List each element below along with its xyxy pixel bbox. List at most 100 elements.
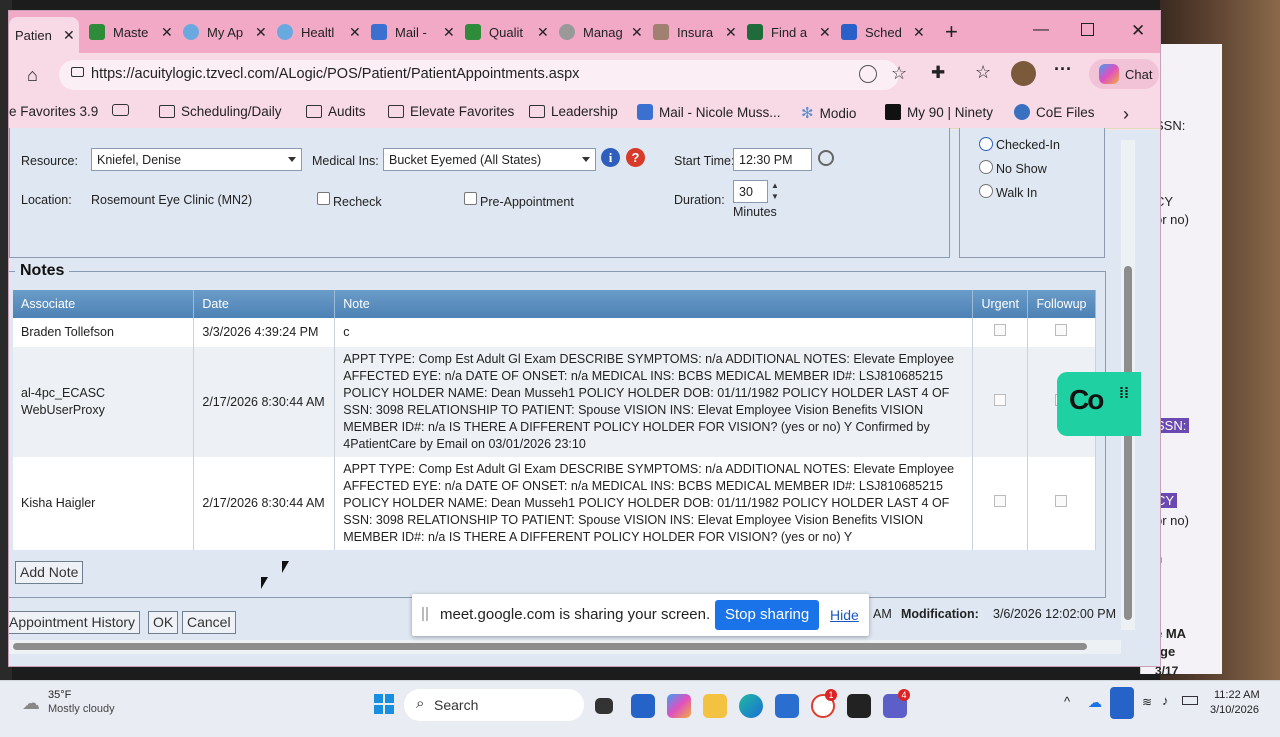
close-window-icon[interactable]: ✕: [1131, 21, 1145, 41]
followup-checkbox[interactable]: [1055, 495, 1068, 507]
favorite-item[interactable]: CoE Files: [1014, 104, 1095, 120]
column-header[interactable]: Date: [193, 290, 336, 318]
urgent-checkbox[interactable]: [994, 393, 1007, 406]
favorite-item[interactable]: Scheduling/Daily: [159, 104, 282, 119]
copilot-icon[interactable]: [667, 694, 691, 718]
no-show-radio[interactable]: [979, 160, 993, 174]
tab-master[interactable]: Maste ✕: [79, 17, 173, 47]
more-icon[interactable]: ···: [1054, 59, 1072, 80]
url-box[interactable]: https://acuitylogic.tzvecl.com/ALogic/PO…: [59, 60, 907, 90]
drag-grid-icon[interactable]: ⁞⁞: [1119, 386, 1129, 401]
add-note-button[interactable]: Add Note: [15, 561, 84, 584]
star-icon[interactable]: ☆: [891, 63, 907, 84]
outlook-icon[interactable]: [775, 694, 799, 718]
horizontal-scrollbar[interactable]: [9, 640, 1121, 654]
new-tab-button[interactable]: +: [945, 19, 958, 45]
recheck-checkbox[interactable]: [317, 192, 330, 205]
clock-time[interactable]: 11:22 AM: [1214, 689, 1260, 701]
scrollbar-thumb[interactable]: [13, 643, 1087, 650]
edge-icon[interactable]: [739, 694, 763, 718]
favorite-item[interactable]: My 90 | Ninety: [885, 104, 993, 120]
column-header[interactable]: Associate: [13, 290, 195, 318]
start-time-input[interactable]: 12:30 PM: [733, 148, 812, 171]
table-row[interactable]: Kisha Haigler 2/17/2026 8:30:44 AM APPT …: [13, 457, 1097, 550]
onedrive-icon[interactable]: ☁: [1088, 694, 1102, 711]
table-row[interactable]: Braden Tollefson 3/3/2026 4:39:24 PM c: [13, 318, 1097, 347]
column-header[interactable]: Followup: [1027, 290, 1097, 318]
urgent-checkbox[interactable]: [994, 324, 1007, 336]
tab-health[interactable]: Healtl ✕: [267, 17, 361, 47]
info-icon[interactable]: i: [601, 148, 620, 167]
hide-button[interactable]: Hide: [830, 607, 859, 623]
medical-ins-select[interactable]: Bucket Eyemed (All States): [383, 148, 596, 171]
close-icon[interactable]: ✕: [537, 24, 549, 41]
home-icon[interactable]: ⌂: [27, 65, 38, 86]
clock-date[interactable]: 3/10/2026: [1210, 704, 1259, 716]
close-icon[interactable]: ✕: [349, 24, 361, 41]
close-icon[interactable]: ✕: [63, 27, 75, 44]
favorite-item[interactable]: Elevate Favorites: [388, 104, 514, 119]
pre-appointment-checkbox[interactable]: [464, 192, 477, 205]
close-icon[interactable]: ✕: [725, 24, 737, 41]
checked-in-radio[interactable]: [979, 137, 993, 151]
file-explorer-icon[interactable]: [703, 694, 727, 718]
tab-manage[interactable]: Manag ✕: [549, 17, 643, 47]
table-row[interactable]: al-4pc_ECASC WebUserProxy 2/17/2026 8:30…: [13, 347, 1097, 457]
tab-schedule[interactable]: Sched ✕: [831, 17, 925, 47]
task-view-icon[interactable]: [595, 698, 613, 714]
followup-checkbox[interactable]: [1055, 324, 1068, 336]
close-icon[interactable]: ✕: [819, 24, 831, 41]
favorites-icon[interactable]: ☆: [975, 62, 991, 83]
favorite-item[interactable]: ✻ Modio: [801, 104, 856, 122]
close-icon[interactable]: ✕: [443, 24, 455, 41]
chevron-right-icon[interactable]: ›: [1123, 104, 1129, 125]
chevron-up-icon[interactable]: ^: [1064, 694, 1070, 709]
battery-icon[interactable]: [1182, 696, 1198, 705]
close-icon[interactable]: ✕: [161, 24, 173, 41]
tab-quality[interactable]: Qualit ✕: [455, 17, 549, 47]
tab-insurance[interactable]: Insura ✕: [643, 17, 737, 47]
drag-handle-icon[interactable]: [422, 607, 428, 621]
resource-select[interactable]: Kniefel, Denise: [91, 148, 302, 171]
cancel-button[interactable]: Cancel: [182, 611, 236, 634]
weather-desc[interactable]: Mostly cloudy: [48, 703, 115, 715]
tab-mail[interactable]: Mail - ✕: [361, 17, 455, 47]
copilot-chat-button[interactable]: Chat: [1089, 59, 1159, 89]
floating-widget[interactable]: Co ⁞⁞: [1057, 372, 1141, 436]
urgent-checkbox[interactable]: [994, 495, 1007, 507]
favorite-item[interactable]: Audits: [306, 104, 366, 119]
favorite-item[interactable]: [112, 104, 129, 116]
clock-icon[interactable]: [818, 150, 834, 166]
minimize-icon[interactable]: —: [1033, 21, 1049, 39]
scrollbar-thumb[interactable]: [1124, 266, 1132, 620]
close-icon[interactable]: ✕: [255, 24, 267, 41]
favorite-item[interactable]: Mail - Nicole Muss...: [637, 104, 781, 120]
tab-my-apps[interactable]: My Ap ✕: [173, 17, 267, 47]
volume-icon[interactable]: ♪: [1162, 693, 1169, 708]
duration-input[interactable]: 30: [733, 180, 768, 203]
walk-in-radio[interactable]: [979, 184, 993, 198]
stop-sharing-button[interactable]: Stop sharing: [715, 600, 820, 630]
taskbar-search-box[interactable]: ⌕ Search: [404, 689, 584, 721]
reader-icon[interactable]: [859, 65, 877, 83]
ok-button[interactable]: OK: [148, 611, 179, 634]
sticky-notes-icon[interactable]: [847, 694, 871, 718]
store-icon[interactable]: [631, 694, 655, 718]
avatar[interactable]: [1011, 61, 1036, 86]
favorite-item[interactable]: Leadership: [529, 104, 618, 119]
duration-stepper[interactable]: ▲ ▼: [771, 180, 779, 202]
help-icon[interactable]: ?: [626, 148, 645, 167]
close-icon[interactable]: ✕: [631, 24, 643, 41]
column-header[interactable]: Note: [334, 290, 974, 318]
maximize-icon[interactable]: [1081, 23, 1094, 36]
extensions-icon[interactable]: ✚: [931, 63, 945, 83]
appointment-history-button[interactable]: Appointment History: [9, 611, 141, 634]
weather-temp[interactable]: 35°F: [48, 689, 71, 701]
column-header[interactable]: Urgent: [972, 290, 1028, 318]
close-icon[interactable]: ✕: [913, 24, 925, 41]
windows-start-icon[interactable]: [374, 694, 394, 714]
tab-find[interactable]: Find a ✕: [737, 17, 831, 47]
tab-patient[interactable]: Patien ✕: [9, 17, 79, 53]
wifi-icon[interactable]: ≋: [1142, 695, 1152, 709]
microphone-icon[interactable]: [1110, 687, 1134, 719]
